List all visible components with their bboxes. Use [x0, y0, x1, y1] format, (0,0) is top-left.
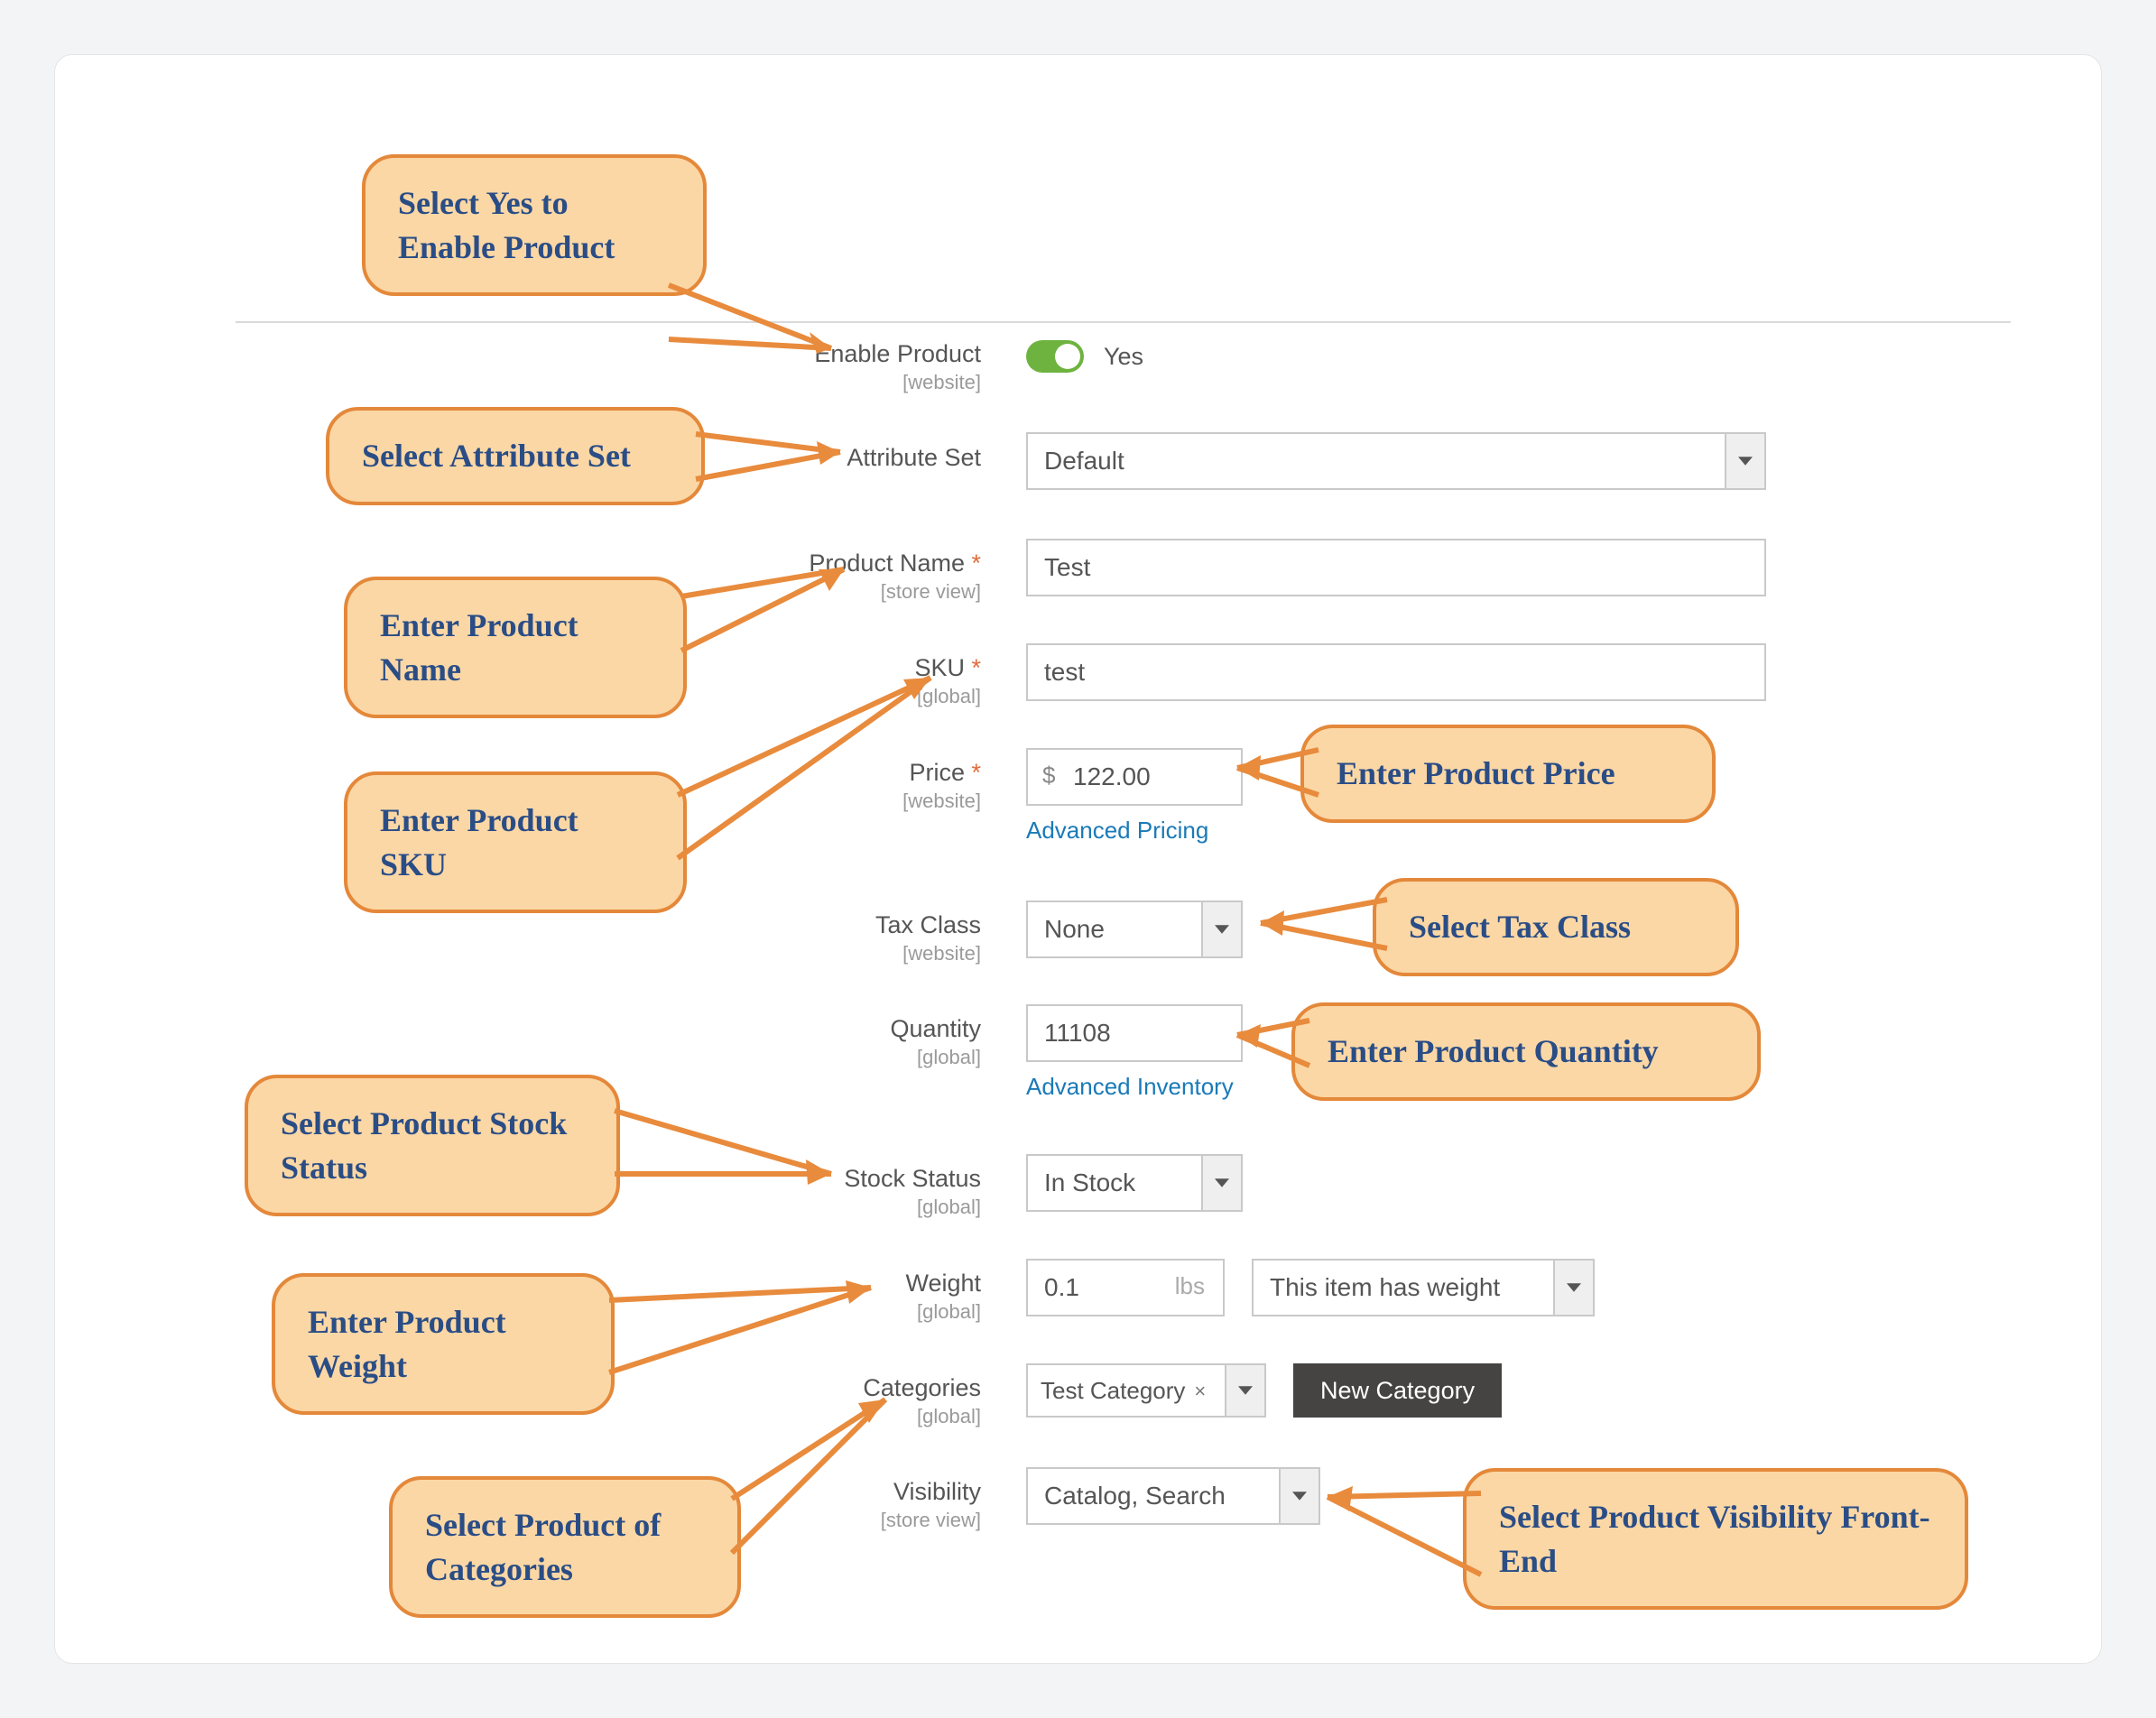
attribute-set-select[interactable]: Default [1026, 432, 1766, 490]
callout-enable-product: Select Yes to Enable Product [362, 154, 707, 296]
tax-class-value: None [1026, 901, 1201, 958]
chevron-down-icon [1225, 1363, 1266, 1418]
callout-weight: Enter Product Weight [272, 1273, 615, 1415]
label-stock-status: Stock Status [651, 1165, 981, 1193]
weight-input[interactable] [1026, 1259, 1225, 1316]
callout-sku: Enter Product SKU [344, 771, 687, 913]
callout-price: Enter Product Price [1300, 725, 1716, 823]
chevron-down-icon [1553, 1259, 1595, 1316]
callout-tax-class: Select Tax Class [1373, 878, 1739, 976]
stock-status-select[interactable]: In Stock [1026, 1154, 1243, 1212]
price-input[interactable] [1026, 748, 1243, 806]
scope-enable-product: [website] [651, 371, 981, 394]
advanced-inventory-link[interactable]: Advanced Inventory [1026, 1073, 1234, 1100]
label-quantity: Quantity [651, 1015, 981, 1043]
new-category-button[interactable]: New Category [1293, 1363, 1502, 1418]
category-chip[interactable]: Test Category × [1041, 1377, 1206, 1405]
enable-product-toggle[interactable] [1026, 340, 1084, 373]
label-enable-product: Enable Product [651, 340, 981, 368]
callout-product-name: Enter Product Name [344, 577, 687, 718]
enable-product-value: Yes [1104, 343, 1143, 371]
callout-attribute-set: Select Attribute Set [326, 407, 705, 505]
callout-categories: Select Product of Categories [389, 1476, 741, 1618]
weight-mode-select[interactable]: This item has weight [1252, 1259, 1595, 1316]
categories-select[interactable]: Test Category × [1026, 1363, 1266, 1418]
scope-weight: [global] [651, 1300, 981, 1324]
label-weight: Weight [651, 1270, 981, 1298]
advanced-pricing-link[interactable]: Advanced Pricing [1026, 817, 1208, 844]
chevron-down-icon [1279, 1467, 1320, 1525]
label-product-name: Product Name * [624, 550, 981, 577]
scope-tax-class: [website] [651, 942, 981, 965]
panel: Enable Product [website] Yes Attribute S… [54, 54, 2102, 1664]
product-name-input[interactable] [1026, 539, 1766, 596]
scope-stock-status: [global] [651, 1196, 981, 1219]
tax-class-select[interactable]: None [1026, 901, 1243, 958]
stock-status-value: In Stock [1026, 1154, 1201, 1212]
chip-close-icon[interactable]: × [1194, 1380, 1206, 1403]
attribute-set-value: Default [1026, 432, 1725, 490]
chevron-down-icon [1725, 432, 1766, 490]
quantity-input[interactable] [1026, 1004, 1243, 1062]
visibility-select[interactable]: Catalog, Search [1026, 1467, 1320, 1525]
chevron-down-icon [1201, 901, 1243, 958]
scope-product-name: [store view] [651, 580, 981, 604]
scope-quantity: [global] [651, 1046, 981, 1069]
sku-input[interactable] [1026, 643, 1766, 701]
scope-price: [website] [651, 790, 981, 813]
callout-visibility: Select Product Visibility Front-End [1463, 1468, 1968, 1610]
callout-stock-status: Select Product Stock Status [245, 1075, 620, 1216]
label-categories: Categories [651, 1374, 981, 1402]
divider [236, 321, 2011, 323]
visibility-value: Catalog, Search [1026, 1467, 1279, 1525]
scope-sku: [global] [651, 685, 981, 708]
weight-mode-value: This item has weight [1252, 1259, 1553, 1316]
label-tax-class: Tax Class [651, 911, 981, 939]
callout-quantity: Enter Product Quantity [1291, 1002, 1761, 1101]
scope-categories: [global] [651, 1405, 981, 1428]
category-chip-label: Test Category [1041, 1377, 1185, 1405]
chevron-down-icon [1201, 1154, 1243, 1212]
